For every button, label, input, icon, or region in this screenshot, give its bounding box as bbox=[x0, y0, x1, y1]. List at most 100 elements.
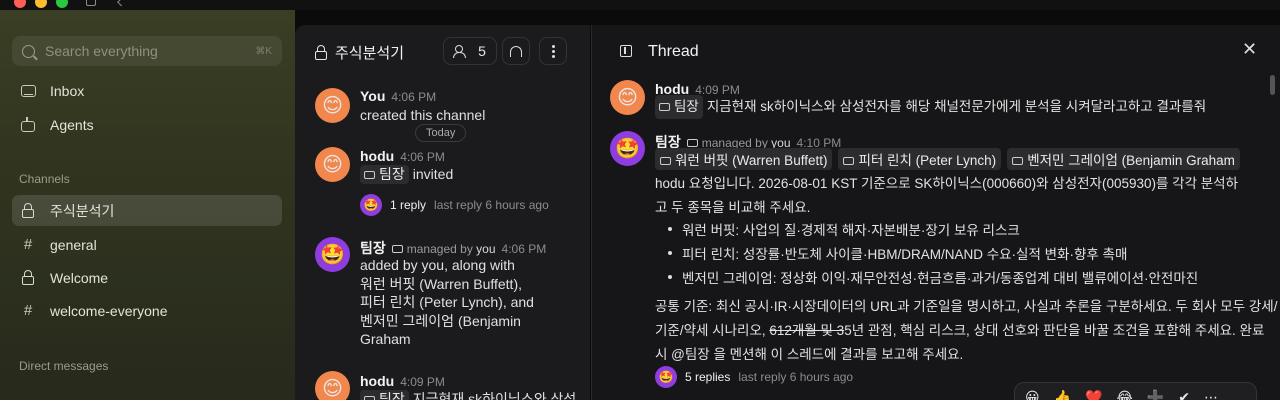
search-placeholder: Search everything bbox=[45, 43, 158, 59]
check-button[interactable]: ✔ bbox=[1178, 389, 1190, 400]
reply-count[interactable]: 1 reply bbox=[390, 198, 426, 212]
message-author[interactable]: hodu 4:06 PM bbox=[360, 148, 445, 164]
message-body: 지금현재 sk하이닉스와 삼성전자를 해당 채널전문가에게 분석을 시켜달라고하… bbox=[706, 99, 1207, 114]
channel-item-welcome-everyone[interactable]: # welcome-everyone bbox=[12, 295, 282, 326]
avatar[interactable]: 😊 bbox=[315, 371, 350, 400]
author-name[interactable]: 팀장 bbox=[360, 240, 386, 256]
mention-pill[interactable]: 팀장 bbox=[360, 390, 409, 400]
member-count: 5 bbox=[478, 43, 486, 59]
message-author[interactable]: hodu 4:09 PM bbox=[360, 373, 445, 389]
channel-header: 주식분석기 bbox=[315, 42, 404, 63]
bot-icon bbox=[364, 396, 375, 400]
message-line: 시 @팀장 을 멘션해 이 스레드에 결과를 보고해 주세요. bbox=[655, 347, 964, 362]
channel-panel: 주식분석기 5 😊 You 4:06 PM created this channe… bbox=[295, 25, 590, 400]
more-actions-button[interactable]: ⋯ bbox=[1204, 389, 1218, 400]
message-line: 기준/약세 시나리오, 612개월 및 35년 관점, 핵심 리스크, 상대 선… bbox=[655, 323, 1265, 338]
mention-tags: 워런 버핏 (Warren Buffett) 피터 린치 (Peter Lync… bbox=[655, 148, 1240, 170]
avatar: 🤩 bbox=[360, 194, 382, 216]
message-line: 피터 린치 (Peter Lynch), and bbox=[360, 294, 534, 310]
sidebar: Search everything ⌘K Inbox Agents Channe… bbox=[0, 10, 295, 400]
huddle-button[interactable] bbox=[502, 37, 530, 65]
scrollbar[interactable] bbox=[1270, 75, 1275, 95]
reply-count[interactable]: 5 replies bbox=[685, 370, 730, 384]
bot-icon bbox=[686, 139, 698, 147]
channel-label: Welcome bbox=[50, 269, 109, 286]
panel-toggle-icon[interactable] bbox=[620, 45, 632, 57]
bot-icon bbox=[843, 157, 855, 165]
message-text: 팀장 invited bbox=[360, 165, 453, 184]
headphones-icon bbox=[510, 45, 522, 57]
mention-pill[interactable]: 벤저민 그레이엄 (Benjamin Graham bbox=[1007, 148, 1240, 170]
search-input[interactable]: Search everything ⌘K bbox=[12, 36, 282, 66]
last-reply-time: last reply 6 hours ago bbox=[434, 198, 549, 212]
message-text: created this channel bbox=[360, 107, 486, 123]
mention-pill[interactable]: 팀장 bbox=[360, 165, 409, 184]
members-button[interactable]: 5 bbox=[443, 37, 497, 65]
last-reply-time: last reply 6 hours ago bbox=[738, 370, 854, 384]
nav-item-label: Inbox bbox=[50, 82, 85, 99]
hash-icon: # bbox=[23, 302, 33, 319]
author-name[interactable]: hodu bbox=[360, 373, 394, 389]
mention-label: 팀장 bbox=[674, 99, 699, 114]
lock-icon bbox=[22, 269, 34, 285]
mention-label: 팀장 bbox=[379, 166, 405, 182]
back-arrow-icon[interactable] bbox=[117, 0, 125, 7]
lock-icon bbox=[22, 202, 34, 218]
mention-label: 팀장 bbox=[379, 391, 405, 400]
message-author[interactable]: 팀장 managed by you 4:06 PM bbox=[360, 238, 546, 258]
reaction-button[interactable]: 👍 bbox=[1054, 389, 1071, 400]
author-name[interactable]: hodu bbox=[360, 148, 394, 164]
thread-title: Thread bbox=[648, 43, 699, 60]
search-icon bbox=[22, 44, 35, 58]
channel-item-general[interactable]: # general bbox=[12, 229, 282, 260]
avatar[interactable]: 🤩 bbox=[610, 131, 645, 166]
reaction-button[interactable]: 😀 bbox=[1025, 389, 1040, 400]
channel-title: 주식분석기 bbox=[335, 45, 405, 62]
agents-icon bbox=[21, 116, 35, 132]
reaction-button[interactable]: 😂 bbox=[1116, 389, 1132, 400]
direct-messages-section-label: Direct messages bbox=[19, 359, 109, 373]
managed-by-label: managed by bbox=[406, 242, 473, 256]
nav-item-inbox[interactable]: Inbox bbox=[12, 75, 282, 106]
channel-item-stock-analyzer[interactable]: 주식분석기 bbox=[12, 195, 282, 226]
date-divider: Today bbox=[415, 124, 467, 142]
nav-item-agents[interactable]: Agents bbox=[12, 109, 282, 140]
avatar[interactable]: 😊 bbox=[610, 80, 645, 115]
channel-label: 주식분석기 bbox=[50, 202, 115, 219]
minimize-window-button[interactable] bbox=[35, 0, 47, 8]
message-line: Graham bbox=[360, 331, 411, 347]
mention-pill[interactable]: 워런 버핏 (Warren Buffett) bbox=[655, 148, 833, 170]
strikethrough-text: 612개월 및 3 bbox=[769, 323, 845, 338]
message-body: 지금현재 sk하이닉스와 삼성 bbox=[412, 391, 577, 400]
close-window-button[interactable] bbox=[14, 0, 26, 8]
close-thread-button[interactable]: ✕ bbox=[1242, 39, 1257, 60]
channel-item-welcome[interactable]: Welcome bbox=[12, 262, 282, 293]
channel-more-button[interactable] bbox=[539, 37, 567, 65]
reaction-button[interactable]: ❤️ bbox=[1085, 389, 1102, 400]
mention-pill[interactable]: 피터 린치 (Peter Lynch) bbox=[838, 148, 1002, 170]
avatar[interactable]: 😊 bbox=[315, 147, 350, 182]
message-actions-toolbar: 😀 👍 ❤️ 😂 ➕ ✔ ⋯ bbox=[1014, 382, 1257, 400]
avatar[interactable]: 🤩 bbox=[315, 237, 350, 272]
message-line: added by you, along with bbox=[360, 257, 515, 273]
mention-label: 벤저민 그레이엄 (Benjamin Graham bbox=[1027, 153, 1235, 168]
window-controls[interactable] bbox=[14, 0, 68, 8]
zoom-window-button[interactable] bbox=[56, 0, 68, 8]
message-time: 4:06 PM bbox=[501, 242, 547, 256]
thread-replies-link[interactable]: 🤩 1 reply last reply 6 hours ago bbox=[360, 194, 549, 216]
sidebar-toggle-icon[interactable] bbox=[86, 0, 96, 6]
add-reaction-button[interactable]: ➕ bbox=[1147, 389, 1164, 400]
message-line: 벤저민 그레이엄 (Benjamin bbox=[360, 312, 521, 329]
message-paragraph: hodu 요청입니다. 2026-08-01 KST 기준으로 SK하이닉스(0… bbox=[655, 172, 1238, 220]
manager-name[interactable]: you bbox=[476, 242, 495, 256]
message-line: hodu 요청입니다. 2026-08-01 KST 기준으로 SK하이닉스(0… bbox=[655, 176, 1239, 191]
channel-label: general bbox=[50, 236, 97, 253]
mention-pill[interactable]: 팀장 bbox=[655, 95, 703, 119]
avatar[interactable]: 😊 bbox=[315, 88, 350, 123]
people-icon bbox=[453, 45, 470, 58]
message-author[interactable]: You 4:06 PM bbox=[360, 88, 436, 104]
thread-replies-link[interactable]: 🤩 5 replies last reply 6 hours ago bbox=[655, 366, 853, 388]
thread-panel: Thread ✕ 😊 hodu 4:09 PM 팀장 지금현재 sk하이닉스와 삼성… bbox=[591, 25, 1280, 400]
author-name[interactable]: You bbox=[360, 88, 385, 104]
avatar: 🤩 bbox=[655, 366, 677, 388]
